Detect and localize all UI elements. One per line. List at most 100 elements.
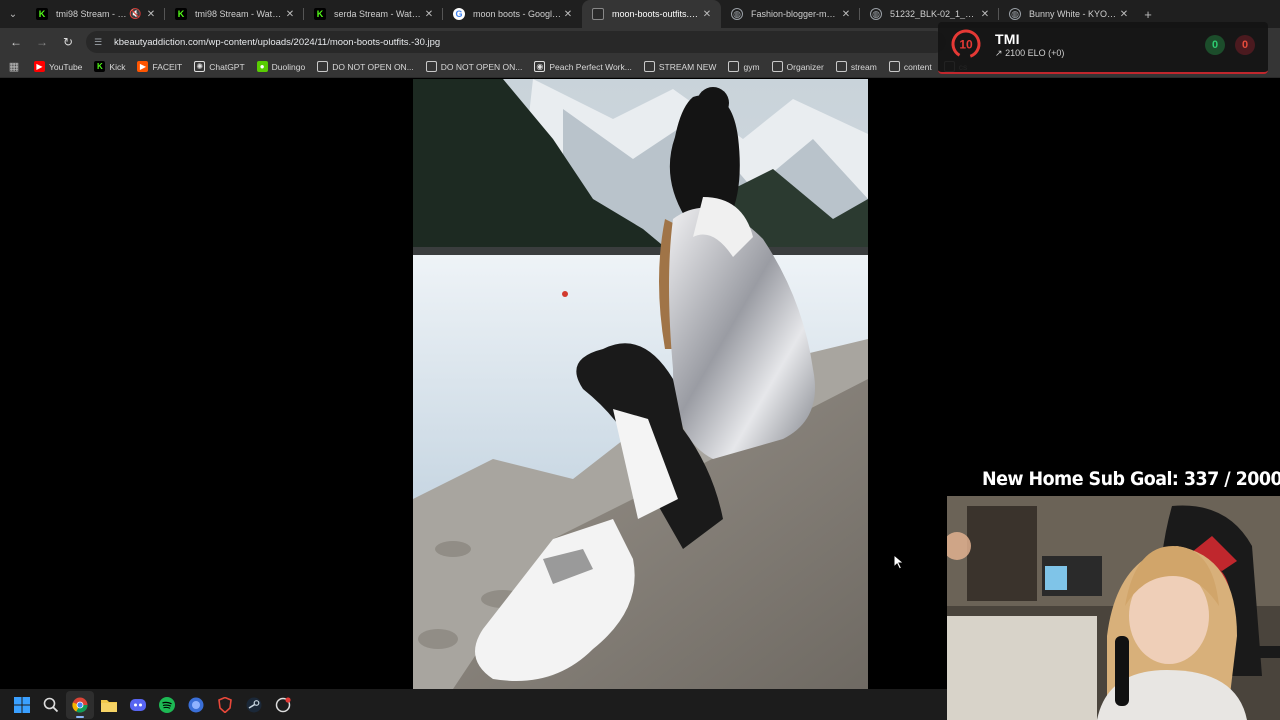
bookmark-folder[interactable]: Organizer	[766, 56, 830, 78]
steam-icon[interactable]	[240, 691, 268, 719]
close-icon[interactable]: ✕	[423, 9, 435, 20]
tab-search-icon[interactable]: ⌄	[0, 0, 26, 28]
folder-icon	[425, 61, 437, 72]
kick-icon: K	[314, 8, 326, 20]
mute-icon[interactable]: 🔇	[129, 9, 141, 20]
chatgpt-icon: ✺	[194, 61, 206, 72]
sub-goal-separator: /	[1224, 468, 1231, 490]
app-icon[interactable]	[182, 691, 210, 719]
bookmark-chatgpt[interactable]: ✺ ChatGPT	[188, 56, 250, 78]
bookmark-label: Organizer	[786, 61, 824, 72]
chrome-icon[interactable]	[66, 690, 94, 719]
close-icon[interactable]: ✕	[701, 9, 713, 20]
file-explorer-icon[interactable]	[95, 691, 123, 719]
bookmark-faceit[interactable]: ▶ FACEIT	[131, 56, 188, 78]
bookmark-label: stream	[850, 61, 877, 72]
forward-arrow-icon[interactable]: →	[30, 30, 54, 54]
bookmark-label: gym	[743, 61, 760, 72]
close-icon[interactable]: ✕	[284, 9, 296, 20]
tab-1[interactable]: K tmi98 Stream - Watch Liv ✕	[165, 0, 304, 28]
bookmark-folder[interactable]: gym	[722, 56, 765, 78]
back-arrow-icon[interactable]: ←	[4, 30, 28, 54]
search-icon[interactable]	[37, 691, 65, 719]
player-name: TMI	[995, 31, 1020, 47]
sub-goal-label: New Home Sub Goal:	[982, 468, 1179, 490]
globe-icon: ◍	[731, 8, 743, 20]
kick-icon: K	[94, 61, 106, 72]
bookmark-kick[interactable]: K Kick	[88, 56, 131, 78]
bookmark-label: FACEIT	[152, 61, 183, 72]
tab-title: moon-boots-outfits.-30.jp	[612, 9, 701, 19]
photo-illustration	[413, 79, 868, 689]
tab-title: Fashion-blogger-moncle	[751, 9, 840, 19]
apps-grid-icon[interactable]: ▦	[0, 60, 28, 73]
tab-3[interactable]: G moon boots - Google Sea ✕	[443, 0, 582, 28]
globe-icon: ◍	[870, 8, 882, 20]
tab-2[interactable]: K serda Stream - Watch Liv ✕	[304, 0, 443, 28]
mouse-cursor-icon	[893, 554, 905, 570]
tab-title: Bunny White - KYOTO 2	[1029, 9, 1118, 19]
trend-icon: ↗	[995, 48, 1003, 58]
folder-icon	[771, 61, 783, 72]
globe-icon: ◍	[1009, 8, 1021, 20]
losses-badge: 0	[1235, 35, 1255, 55]
bookmark-label: DO NOT OPEN ON...	[332, 61, 414, 72]
folder-icon	[728, 61, 740, 72]
displayed-photo[interactable]	[413, 79, 868, 689]
close-icon[interactable]: ✕	[979, 9, 991, 20]
address-url: kbeautyaddiction.com/wp-content/uploads/…	[114, 36, 441, 48]
tab-title: tmi98 Stream - Kick D	[56, 9, 129, 19]
bookmark-folder[interactable]: DO NOT OPEN ON...	[420, 56, 529, 78]
bookmark-folder[interactable]: content	[883, 56, 938, 78]
app-icon[interactable]	[269, 691, 297, 719]
bookmark-label: DO NOT OPEN ON...	[440, 61, 523, 72]
folder-icon	[888, 61, 900, 72]
bookmark-youtube[interactable]: ▶ YouTube	[28, 56, 88, 78]
close-icon[interactable]: ✕	[1118, 9, 1130, 20]
address-bar[interactable]: ☰ kbeautyaddiction.com/wp-content/upload…	[86, 31, 946, 53]
tab-title: moon boots - Google Sea	[473, 9, 562, 19]
bookmark-folder[interactable]: DO NOT OPEN ON...	[311, 56, 420, 78]
tab-title: 51232_BLK-02_1_1.jpg (1	[890, 9, 979, 19]
folder-icon	[317, 61, 329, 72]
bookmark-duolingo[interactable]: ● Duolingo	[251, 56, 312, 78]
bookmark-label: Duolingo	[271, 61, 306, 72]
close-icon[interactable]: ✕	[562, 9, 574, 20]
bookmark-peach[interactable]: ◉ Peach Perfect Work...	[528, 56, 638, 78]
duolingo-icon: ●	[256, 61, 268, 72]
folder-icon	[643, 61, 655, 72]
tab-0[interactable]: K tmi98 Stream - Kick D 🔇 ✕	[26, 0, 165, 28]
webcam-feed	[947, 496, 1280, 720]
peach-icon: ◉	[534, 61, 546, 72]
windows-start-icon[interactable]	[8, 691, 36, 719]
bookmark-folder[interactable]: STREAM NEW	[638, 56, 723, 78]
reload-icon[interactable]: ↻	[56, 30, 80, 54]
bookmark-label: ChatGPT	[209, 61, 245, 72]
close-icon[interactable]: ✕	[145, 9, 157, 20]
site-info-icon[interactable]: ☰	[94, 37, 108, 48]
webcam-illustration	[947, 496, 1280, 720]
bookmark-label: Peach Perfect Work...	[549, 61, 632, 72]
bookmark-label: content	[903, 61, 932, 72]
sub-goal-target: 20000	[1235, 468, 1280, 490]
tab-title: serda Stream - Watch Liv	[334, 9, 423, 19]
spotify-icon[interactable]	[153, 691, 181, 719]
bookmark-label: YouTube	[49, 61, 83, 72]
faceit-level-icon: 10	[951, 29, 981, 59]
discord-icon[interactable]	[124, 691, 152, 719]
google-icon: G	[453, 8, 465, 20]
sub-goal-text: New Home Sub Goal: 337 / 20000	[982, 468, 1280, 490]
tab-4-active[interactable]: moon-boots-outfits.-30.jp ✕	[582, 0, 721, 28]
close-icon[interactable]: ✕	[840, 9, 852, 20]
kick-icon: K	[175, 8, 187, 20]
youtube-icon: ▶	[34, 61, 45, 72]
folder-icon	[835, 61, 847, 72]
image-icon	[592, 8, 604, 20]
bookmark-label: STREAM NEW	[658, 61, 717, 72]
bookmark-folder[interactable]: stream	[830, 56, 883, 78]
faceit-level-text: 10	[959, 38, 973, 52]
tab-5[interactable]: ◍ Fashion-blogger-moncle ✕	[721, 0, 860, 28]
tab-title: tmi98 Stream - Watch Liv	[195, 9, 284, 19]
brave-icon[interactable]	[211, 691, 239, 719]
bookmark-label: Kick	[109, 61, 126, 72]
